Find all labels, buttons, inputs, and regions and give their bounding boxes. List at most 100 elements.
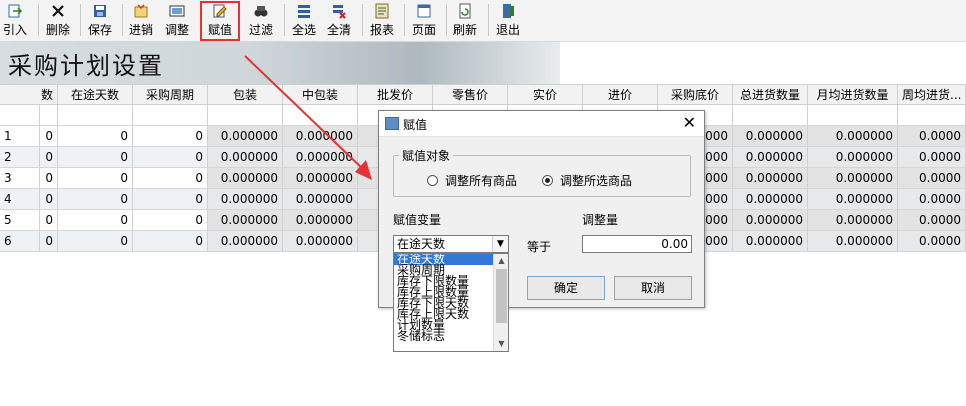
toolbar-button-save[interactable]: 保存 [86, 2, 114, 38]
toolbar-button-import[interactable]: 引入 [2, 2, 28, 38]
table-cell[interactable]: 0.000000 [808, 231, 898, 251]
column-header[interactable]: 零售价 [433, 85, 508, 104]
dropdown-scrollbar[interactable]: ▲ ▼ [493, 254, 508, 351]
table-cell[interactable]: 0 [133, 210, 208, 230]
table-cell[interactable]: 0 [133, 147, 208, 167]
table-cell[interactable]: 0 [58, 147, 133, 167]
table-cell[interactable]: 0.0000 [898, 210, 966, 230]
toolbar-button-purchase-sale[interactable]: 进销 [127, 2, 155, 38]
column-header[interactable]: 在途天数 [58, 85, 133, 104]
table-cell[interactable]: 0.000000 [208, 210, 283, 230]
filter-cell[interactable] [733, 105, 808, 125]
toolbar-button-delete[interactable]: 删除 [44, 2, 72, 38]
table-cell[interactable]: 0.000000 [808, 147, 898, 167]
column-header[interactable]: 月均进货数量 [808, 85, 898, 104]
table-cell[interactable]: 0.000000 [808, 168, 898, 188]
table-cell[interactable]: 0 [58, 168, 133, 188]
table-cell[interactable]: 0.000000 [808, 126, 898, 146]
toolbar: 引入 删除 保存 进销 调整 赋值 过滤 全选 全清 报表 页面 刷新 退出 [0, 0, 966, 42]
toolbar-button-clear-all[interactable]: 全清 [324, 2, 354, 38]
table-cell[interactable]: 0.000000 [733, 189, 808, 209]
toolbar-button-label: 引入 [2, 23, 27, 37]
scroll-up-icon[interactable]: ▲ [494, 254, 508, 268]
close-icon[interactable]: ✕ [683, 114, 696, 132]
table-cell[interactable]: 0.000000 [733, 168, 808, 188]
table-cell[interactable]: 0.000000 [733, 231, 808, 251]
toolbar-button-refresh[interactable]: 刷新 [451, 2, 479, 38]
table-cell[interactable]: 0.0000 [898, 126, 966, 146]
table-cell[interactable]: 0.0000 [898, 168, 966, 188]
table-cell[interactable]: 0 [58, 126, 133, 146]
table-cell[interactable]: 0 [133, 189, 208, 209]
filter-cell[interactable] [808, 105, 898, 125]
table-cell[interactable]: 0 [58, 210, 133, 230]
table-cell[interactable]: 0 [40, 126, 58, 146]
dialog-titlebar[interactable]: 赋值 ✕ [379, 111, 704, 137]
filter-cell[interactable] [283, 105, 358, 125]
column-header[interactable]: 批发价 [358, 85, 433, 104]
toolbar-button-assign[interactable]: 赋值 [204, 2, 236, 38]
table-cell[interactable]: 0.000000 [283, 147, 358, 167]
cancel-button[interactable]: 取消 [614, 276, 692, 300]
scroll-down-icon[interactable]: ▼ [494, 337, 508, 351]
scrollbar-thumb[interactable] [496, 269, 507, 323]
table-cell[interactable]: 0 [133, 126, 208, 146]
table-cell[interactable]: 0.000000 [208, 147, 283, 167]
dropdown-option[interactable]: 冬储标志 [394, 330, 508, 342]
toolbar-button-report[interactable]: 报表 [367, 2, 397, 38]
column-header[interactable]: 实价 [508, 85, 583, 104]
column-header[interactable]: 周均进货... [898, 85, 966, 104]
chevron-down-icon[interactable]: ▼ [492, 236, 508, 252]
table-cell[interactable]: 0 [40, 168, 58, 188]
table-cell[interactable]: 0.000000 [283, 126, 358, 146]
toolbar-button-select-all[interactable]: 全选 [289, 2, 319, 38]
radio-adjust-selected[interactable]: 调整所选商品 [542, 172, 632, 189]
table-cell[interactable]: 0.000000 [808, 189, 898, 209]
table-cell[interactable]: 0.000000 [208, 231, 283, 251]
table-cell[interactable]: 0.0000 [898, 189, 966, 209]
table-cell[interactable]: 0 [40, 210, 58, 230]
column-header[interactable]: 总进货数量 [733, 85, 808, 104]
column-header[interactable]: 采购底价 [658, 85, 733, 104]
table-cell[interactable]: 0.000000 [283, 231, 358, 251]
column-header[interactable]: 中包装 [283, 85, 358, 104]
table-cell[interactable]: 0.000000 [808, 210, 898, 230]
table-cell[interactable]: 0.000000 [208, 189, 283, 209]
table-cell[interactable]: 0.000000 [208, 126, 283, 146]
filter-cell[interactable] [40, 105, 58, 125]
table-cell[interactable]: 0.000000 [208, 168, 283, 188]
column-header[interactable]: 进价 [583, 85, 658, 104]
filter-cell[interactable] [898, 105, 966, 125]
table-cell[interactable]: 0.0000 [898, 231, 966, 251]
table-cell[interactable]: 0 [58, 231, 133, 251]
assign-icon [212, 3, 228, 19]
table-cell[interactable]: 0.000000 [733, 126, 808, 146]
table-cell[interactable]: 0.000000 [283, 189, 358, 209]
table-cell[interactable]: 0 [133, 168, 208, 188]
table-cell[interactable]: 0 [133, 231, 208, 251]
radio-adjust-all[interactable]: 调整所有商品 [427, 172, 517, 189]
filter-cell[interactable] [0, 105, 40, 125]
table-cell[interactable]: 0.0000 [898, 147, 966, 167]
amount-input[interactable]: 0.00 [582, 235, 692, 253]
table-cell[interactable]: 0 [58, 189, 133, 209]
filter-cell[interactable] [58, 105, 133, 125]
variable-select[interactable]: 在途天数 ▼ [393, 235, 509, 253]
toolbar-button-page[interactable]: 页面 [409, 2, 439, 38]
toolbar-button-adjust[interactable]: 调整 [162, 2, 192, 38]
table-cell[interactable]: 0 [40, 189, 58, 209]
table-cell[interactable]: 0.000000 [283, 210, 358, 230]
column-header[interactable]: 采购周期 [133, 85, 208, 104]
toolbar-button-filter[interactable]: 过滤 [246, 2, 276, 38]
filter-cell[interactable] [133, 105, 208, 125]
toolbar-button-exit[interactable]: 退出 [493, 2, 523, 38]
column-header[interactable]: 数 [0, 85, 58, 104]
table-cell[interactable]: 0 [40, 231, 58, 251]
table-cell[interactable]: 0.000000 [283, 168, 358, 188]
table-cell[interactable]: 0 [40, 147, 58, 167]
filter-cell[interactable] [208, 105, 283, 125]
table-cell[interactable]: 0.000000 [733, 210, 808, 230]
ok-button[interactable]: 确定 [527, 276, 605, 300]
table-cell[interactable]: 0.000000 [733, 147, 808, 167]
column-header[interactable]: 包装 [208, 85, 283, 104]
